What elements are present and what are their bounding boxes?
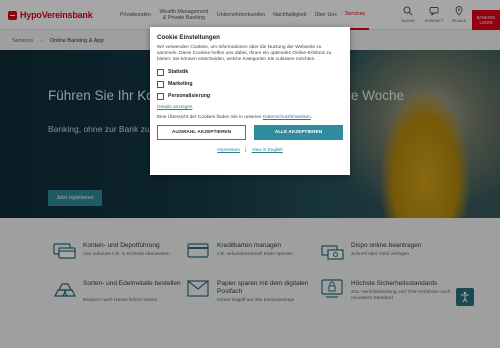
checkbox-label: Marketing xyxy=(168,81,193,88)
accept-all-button[interactable]: ALLE AKZEPTIEREN xyxy=(254,124,343,140)
cookie-note-prefix: Eine Übersicht der Cookies finden Sie in… xyxy=(157,114,263,120)
imprint-link[interactable]: Impressum xyxy=(217,147,240,152)
accept-selection-button[interactable]: AUSWAHL AKZEPTIEREN xyxy=(157,124,246,140)
privacy-link[interactable]: Datenschutzhinweisen xyxy=(263,115,311,120)
english-link[interactable]: View in English xyxy=(252,147,283,152)
cookie-category-statistik[interactable]: Statistik xyxy=(157,68,343,76)
cookie-title: Cookie Einstellungen xyxy=(157,34,220,41)
details-link[interactable]: Details anzeigen xyxy=(157,105,343,110)
checkbox[interactable] xyxy=(157,92,164,100)
checkbox-label: Personalisierung xyxy=(168,93,211,100)
checkbox-label: Statistik xyxy=(168,69,189,76)
cookie-note-suffix: . xyxy=(310,114,313,120)
cookie-category-personalisierung[interactable]: Personalisierung xyxy=(157,92,343,100)
link-divider: | xyxy=(245,146,247,152)
cookie-text: Wir verwenden Cookies, um Informationen … xyxy=(157,45,332,63)
cookie-footer-links: Impressum | View in English xyxy=(157,147,343,152)
cookie-buttons: AUSWAHL AKZEPTIEREN ALLE AKZEPTIEREN xyxy=(157,124,343,140)
checkbox[interactable] xyxy=(157,80,164,88)
checkbox[interactable] xyxy=(157,68,164,76)
cookie-note: Eine Übersicht der Cookies finden Sie in… xyxy=(157,115,343,120)
cookie-category-marketing[interactable]: Marketing xyxy=(157,80,343,88)
cookie-dialog: Cookie Einstellungen Wir verwenden Cooki… xyxy=(150,27,350,175)
